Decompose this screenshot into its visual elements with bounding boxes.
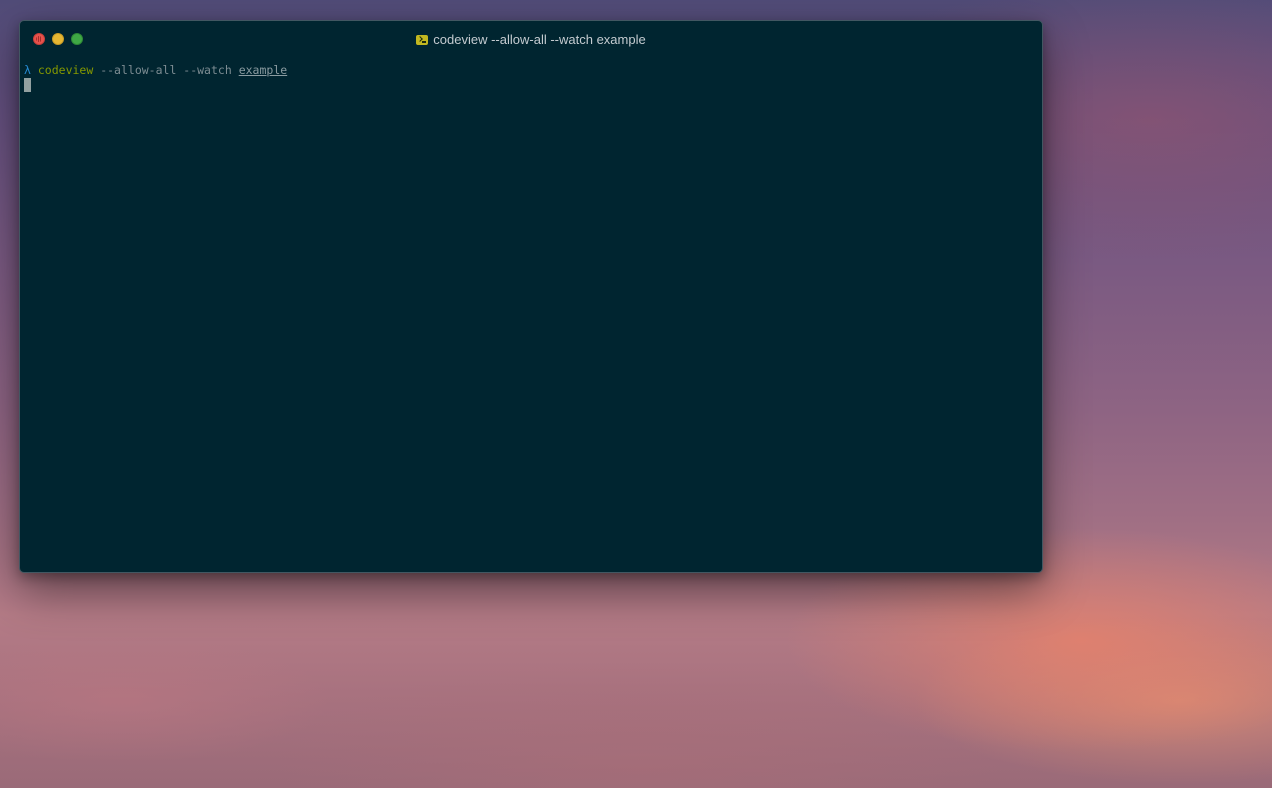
command-flags: --allow-all --watch	[100, 63, 232, 77]
window-title: codeview --allow-all --watch example	[416, 32, 646, 47]
close-button[interactable]	[33, 33, 45, 45]
zoom-button[interactable]	[71, 33, 83, 45]
title-bar[interactable]: codeview --allow-all --watch example	[20, 21, 1042, 59]
window-title-text: codeview --allow-all --watch example	[433, 32, 646, 47]
text-cursor	[24, 78, 31, 92]
terminal-icon	[416, 34, 429, 45]
window-controls	[33, 33, 83, 45]
command-name: codeview	[37, 63, 94, 77]
prompt-symbol: λ	[24, 63, 31, 77]
terminal-output[interactable]: λ codeview --allow-all --watch example	[20, 59, 1042, 92]
minimize-button[interactable]	[52, 33, 64, 45]
command-argument: example	[238, 63, 288, 77]
terminal-window[interactable]: codeview --allow-all --watch example λ c…	[19, 20, 1043, 573]
command-line: λ codeview --allow-all --watch example	[24, 63, 1038, 77]
